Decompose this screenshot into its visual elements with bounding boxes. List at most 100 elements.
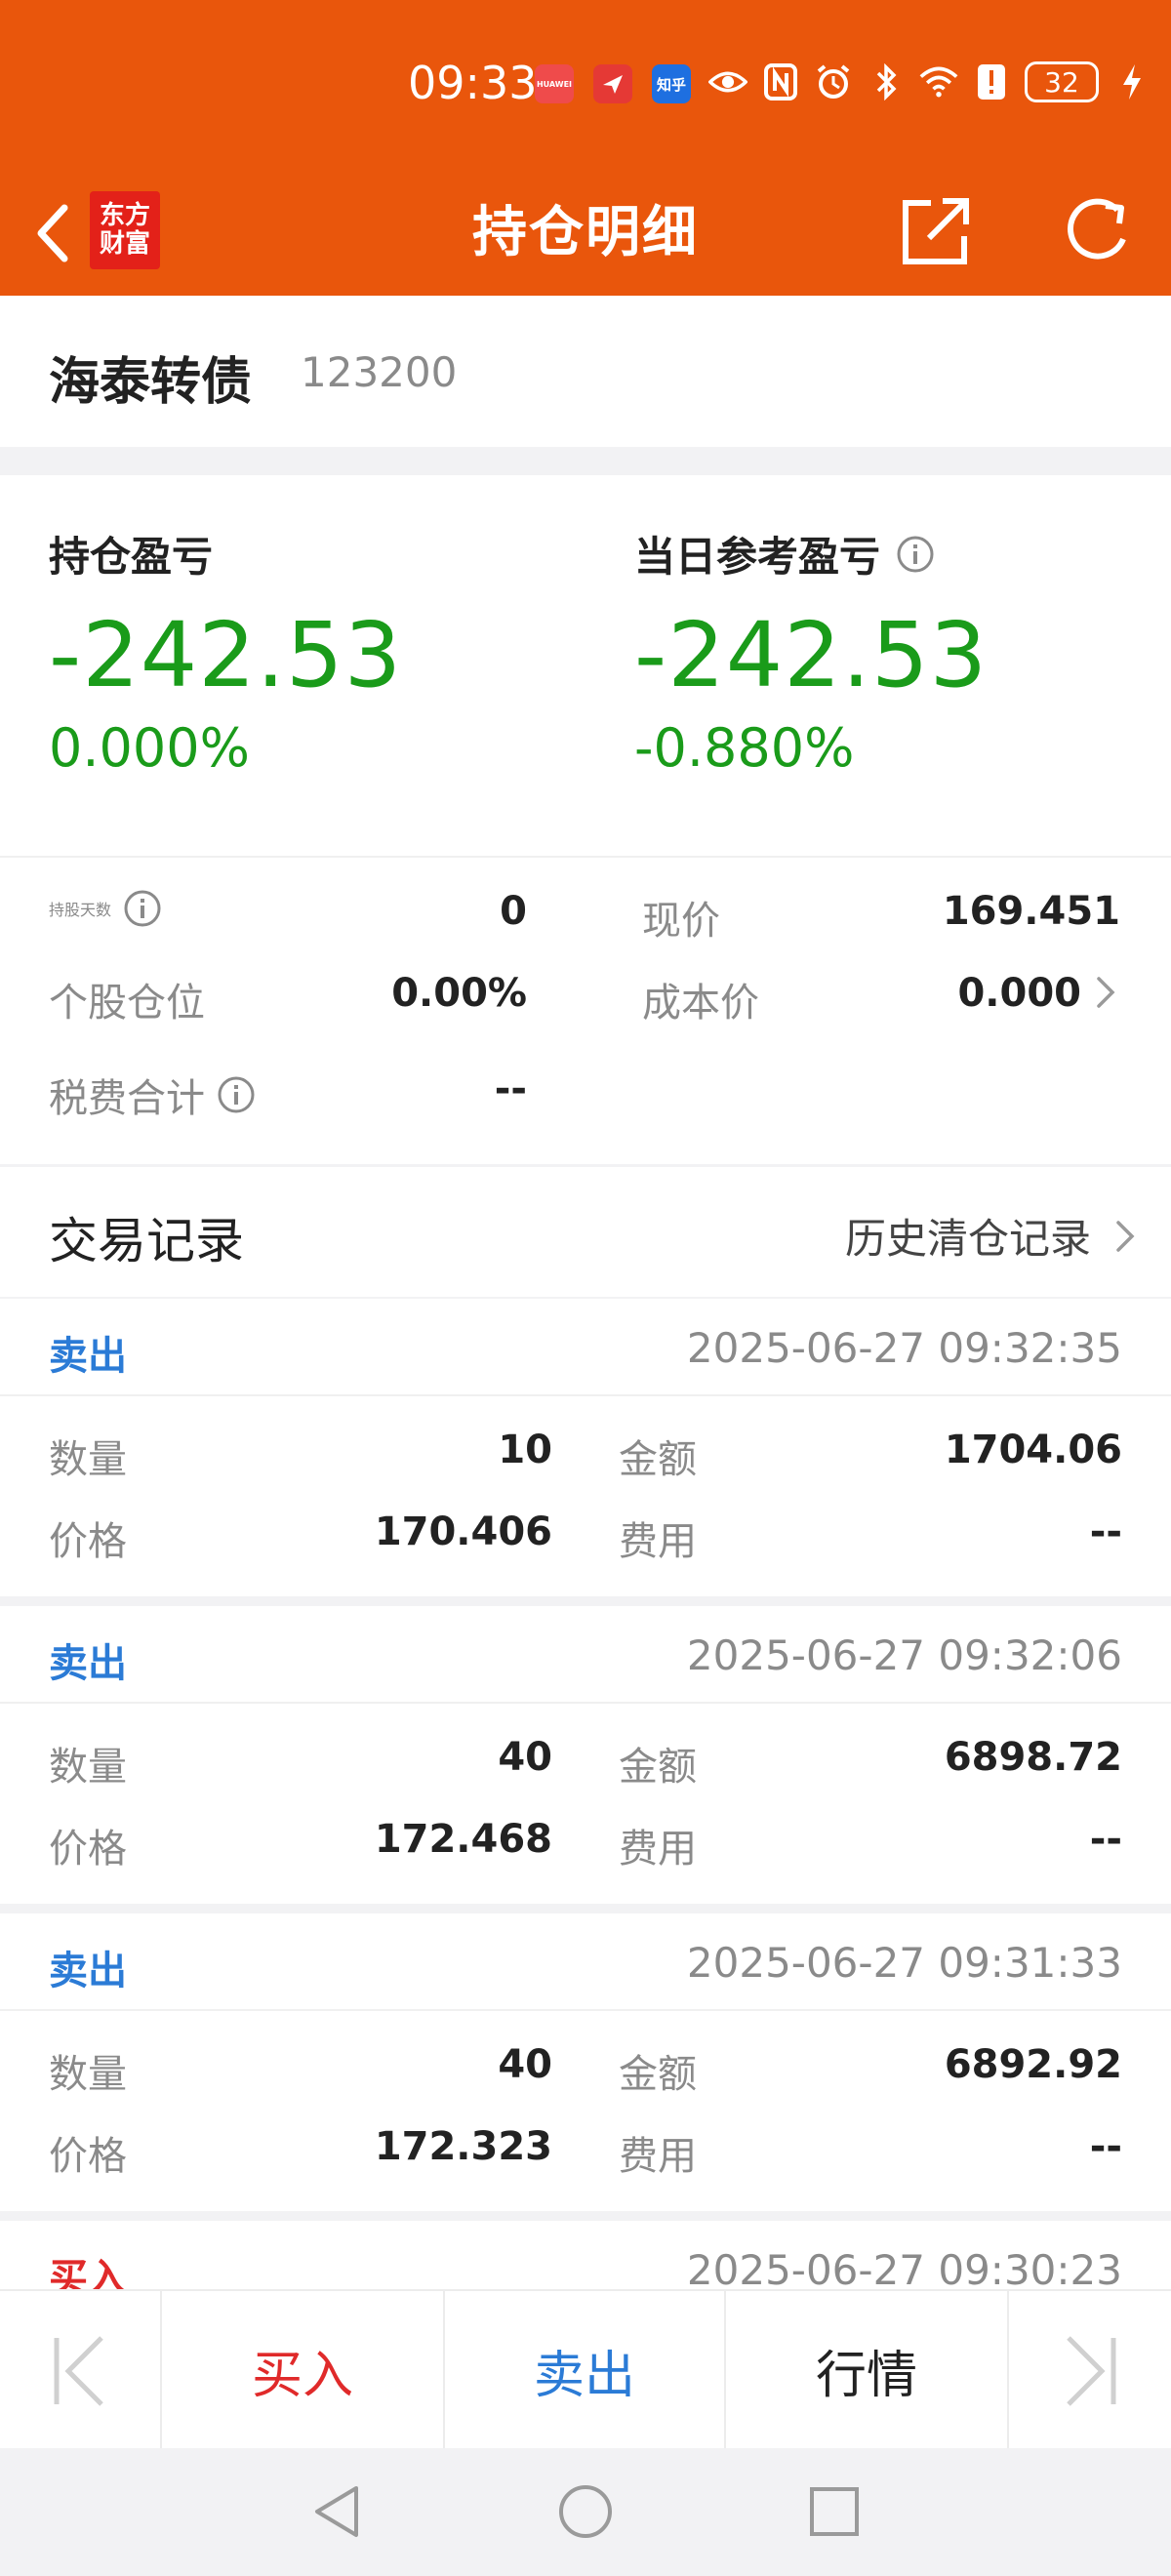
fee-value: --	[1089, 2124, 1122, 2169]
share-button[interactable]	[892, 187, 980, 275]
trade-record-header: 买入 2025-06-27 09:30:23	[0, 2221, 1171, 2289]
hold-days-value: 0	[500, 889, 527, 934]
eye-icon	[708, 60, 747, 103]
buy-button[interactable]: 买入	[162, 2291, 445, 2450]
fee-label: 费用	[619, 1519, 697, 1564]
amount-label: 金额	[619, 1745, 697, 1790]
history-link-text: 历史清仓记录	[844, 1215, 1091, 1263]
info-icon[interactable]	[896, 535, 935, 574]
nav-home-icon	[559, 2485, 612, 2538]
status-bar: 09:33 HUAWEI 知乎 32	[0, 0, 1171, 176]
trade-side: 买入	[49, 2256, 127, 2289]
daily-pnl: 当日参考盈亏 -242.53 -0.880%	[634, 524, 988, 779]
info-icon[interactable]	[217, 1075, 256, 1114]
trade-record[interactable]: 卖出 2025-06-27 09:32:06 数量 40 金额 6898.72 …	[0, 1606, 1171, 1904]
price-label: 价格	[49, 1827, 127, 1872]
fee-label: 费用	[619, 2134, 697, 2179]
pnl-divider	[0, 856, 1171, 858]
nav-back-button[interactable]	[303, 2477, 371, 2546]
chevron-right-icon	[1116, 1220, 1135, 1252]
trade-time: 2025-06-27 09:32:06	[686, 1631, 1122, 1679]
quantity-value: 40	[498, 2042, 552, 2087]
skip-last-button[interactable]	[1009, 2291, 1171, 2450]
trade-records: 交易记录 历史清仓记录 卖出 2025-06-27 09:32:35 数量 10…	[0, 1167, 1171, 2289]
zhihu-app-icon: 知乎	[652, 64, 691, 103]
trade-side: 卖出	[49, 1334, 127, 1379]
refresh-icon	[1068, 198, 1126, 260]
quantity-label: 数量	[49, 1437, 127, 1482]
top-bar: 09:33 HUAWEI 知乎 32 东方 财富 持仓明细	[0, 0, 1171, 296]
battery-icon: 32	[1025, 61, 1099, 102]
chevron-right-icon[interactable]	[1093, 973, 1122, 1012]
trade-record-header: 卖出 2025-06-27 09:32:35	[0, 1299, 1171, 1396]
skip-last-icon	[1067, 2335, 1116, 2406]
position-pnl-label-text: 持仓盈亏	[49, 533, 214, 581]
nav-home-button[interactable]	[551, 2477, 620, 2546]
position-pnl-percent: 0.000%	[49, 717, 250, 779]
alarm-icon	[814, 60, 853, 103]
nav-recents-button[interactable]	[800, 2477, 868, 2546]
sell-button[interactable]: 卖出	[445, 2291, 726, 2450]
quantity-value: 10	[498, 1428, 552, 1472]
nav-back-icon	[315, 2486, 358, 2537]
records-header: 交易记录 历史清仓记录	[0, 1167, 1171, 1297]
daily-pnl-label-text: 当日参考盈亏	[634, 533, 881, 581]
amount-label: 金额	[619, 1437, 697, 1482]
position-pnl-label: 持仓盈亏	[49, 524, 402, 584]
fee-value: --	[1089, 1817, 1122, 1862]
quantity-value: 40	[498, 1735, 552, 1780]
stock-header: 海泰转债 123200	[0, 296, 1171, 447]
trade-toolbar: 买入 卖出 行情	[0, 2289, 1171, 2450]
daily-pnl-percent: -0.880%	[634, 717, 855, 779]
page-title: 持仓明细	[472, 201, 699, 264]
hold-days-label-text: 持股天数	[49, 901, 112, 919]
amount-value: 6898.72	[944, 1735, 1122, 1780]
daily-pnl-value: -242.53	[634, 603, 989, 707]
position-ratio-value: 0.00%	[391, 971, 527, 1016]
price-label: 价格	[49, 2134, 127, 2179]
quantity-label: 数量	[49, 1745, 127, 1790]
price-value: 172.468	[374, 1817, 552, 1862]
position-pnl-value: -242.53	[49, 603, 403, 707]
nav-bar: 东方 财富 持仓明细	[0, 176, 1171, 296]
alert-icon	[972, 60, 1011, 103]
cost-price-label[interactable]: 成本价	[642, 971, 759, 1027]
fee-label: 费用	[619, 1827, 697, 1872]
trade-record-header: 卖出 2025-06-27 09:32:06	[0, 1606, 1171, 1704]
records-title: 交易记录	[49, 1213, 244, 1269]
nfc-icon	[761, 60, 800, 103]
quantity-label: 数量	[49, 2052, 127, 2097]
trade-record[interactable]: 卖出 2025-06-27 09:32:35 数量 10 金额 1704.06 …	[0, 1299, 1171, 1596]
trade-record[interactable]: 卖出 2025-06-27 09:31:33 数量 40 金额 6892.92 …	[0, 1913, 1171, 2211]
history-link[interactable]: 历史清仓记录	[845, 1206, 1138, 1266]
status-app-icons: HUAWEI 知乎	[535, 64, 691, 103]
skip-first-button[interactable]	[0, 2291, 162, 2450]
trade-time: 2025-06-27 09:32:35	[686, 1324, 1122, 1372]
hold-days-label: 持股天数	[49, 889, 162, 928]
bluetooth-icon	[867, 60, 906, 103]
trade-side: 卖出	[49, 1641, 127, 1686]
quote-button[interactable]: 行情	[726, 2291, 1009, 2450]
info-icon[interactable]	[123, 889, 162, 928]
trade-side: 卖出	[49, 1949, 127, 1993]
status-indicators: 32	[708, 60, 1151, 103]
current-price-label: 现价	[642, 899, 720, 944]
stock-name: 海泰转债	[49, 353, 253, 412]
amount-value: 1704.06	[944, 1428, 1122, 1472]
fees-total-value: --	[494, 1067, 527, 1111]
pnl-card: 持仓盈亏 -242.53 0.000% 当日参考盈亏 -242.53 -0.88…	[0, 475, 1171, 1164]
skip-first-icon	[54, 2335, 103, 2406]
position-ratio-label: 个股仓位	[49, 981, 205, 1026]
stock-code: 123200	[301, 348, 458, 396]
send-app-icon	[593, 64, 632, 103]
refresh-button[interactable]	[1054, 187, 1142, 275]
price-value: 170.406	[374, 1509, 552, 1554]
system-nav-bar	[0, 2448, 1171, 2576]
position-pnl: 持仓盈亏 -242.53 0.000%	[49, 524, 402, 779]
cost-price-value[interactable]: 0.000	[957, 971, 1081, 1016]
status-time: 09:33	[408, 57, 538, 109]
trade-record[interactable]: 买入 2025-06-27 09:30:23	[0, 2221, 1171, 2289]
trade-record-header: 卖出 2025-06-27 09:31:33	[0, 1913, 1171, 2011]
price-label: 价格	[49, 1519, 127, 1564]
share-icon	[903, 198, 969, 264]
